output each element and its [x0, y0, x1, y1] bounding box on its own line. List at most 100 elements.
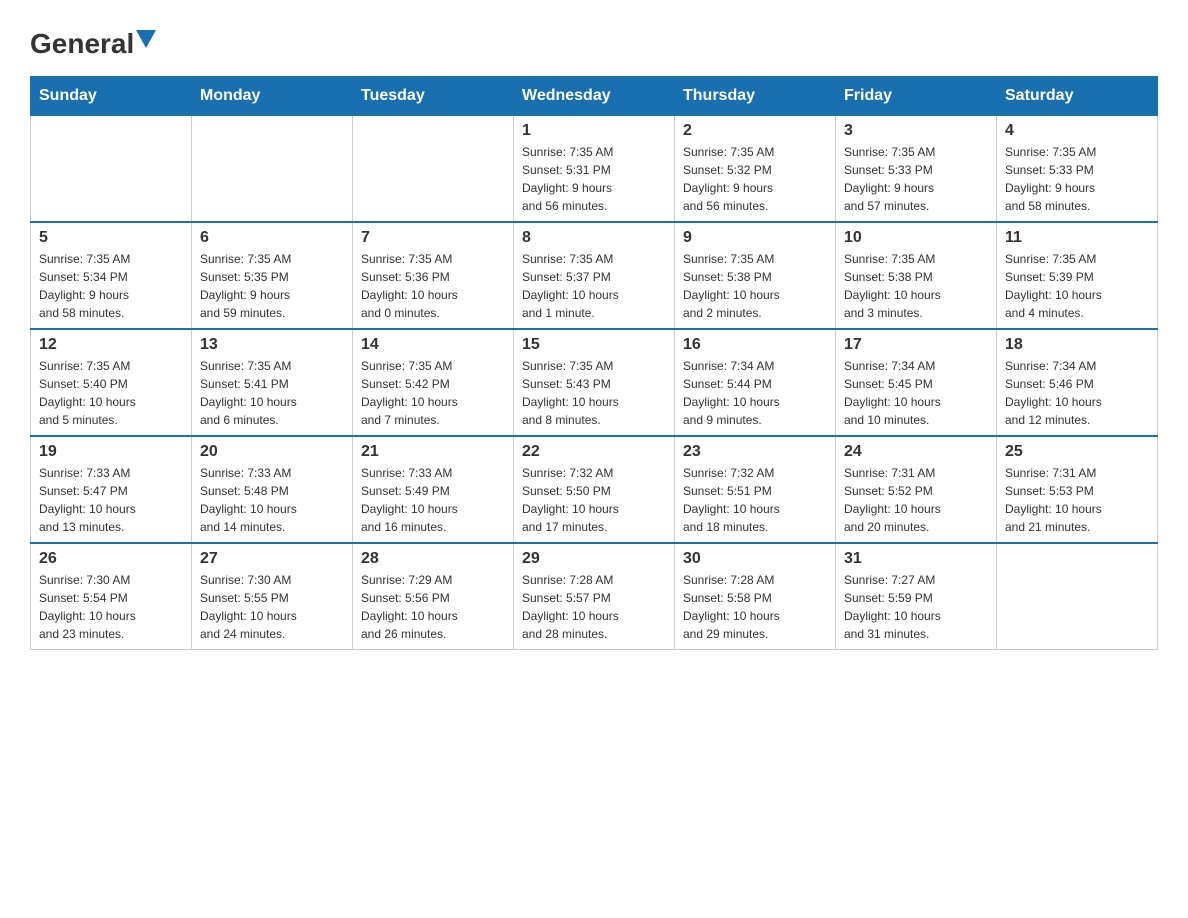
day-info: Sunrise: 7:35 AM Sunset: 5:36 PM Dayligh…	[361, 250, 505, 322]
day-info: Sunrise: 7:35 AM Sunset: 5:31 PM Dayligh…	[522, 143, 666, 215]
day-number: 1	[522, 122, 666, 140]
day-info: Sunrise: 7:34 AM Sunset: 5:45 PM Dayligh…	[844, 357, 988, 429]
day-number: 7	[361, 229, 505, 247]
page-header: General	[30, 30, 1158, 56]
day-number: 18	[1005, 336, 1149, 354]
day-info: Sunrise: 7:27 AM Sunset: 5:59 PM Dayligh…	[844, 571, 988, 643]
column-header-monday: Monday	[192, 77, 353, 116]
day-info: Sunrise: 7:35 AM Sunset: 5:38 PM Dayligh…	[844, 250, 988, 322]
day-info: Sunrise: 7:35 AM Sunset: 5:33 PM Dayligh…	[844, 143, 988, 215]
day-info: Sunrise: 7:35 AM Sunset: 5:39 PM Dayligh…	[1005, 250, 1149, 322]
calendar-cell: 29Sunrise: 7:28 AM Sunset: 5:57 PM Dayli…	[514, 543, 675, 650]
calendar-cell: 31 Sunrise: 7:27 AM Sunset: 5:59 PM Dayli…	[836, 543, 997, 650]
calendar-cell	[31, 116, 192, 223]
day-number: 13	[200, 336, 344, 354]
day-number: 22	[522, 443, 666, 461]
logo-triangle-icon	[136, 30, 156, 50]
calendar-week-row: 12Sunrise: 7:35 AM Sunset: 5:40 PM Dayli…	[31, 329, 1158, 436]
calendar-cell: 20 Sunrise: 7:33 AM Sunset: 5:48 PM Dayli…	[192, 436, 353, 543]
day-info: Sunrise: 7:35 AM Sunset: 5:42 PM Dayligh…	[361, 357, 505, 429]
day-info: Sunrise: 7:29 AM Sunset: 5:56 PM Dayligh…	[361, 571, 505, 643]
calendar-week-row: 5 Sunrise: 7:35 AM Sunset: 5:34 PM Daylig…	[31, 222, 1158, 329]
calendar-cell: 25 Sunrise: 7:31 AM Sunset: 5:53 PM Dayli…	[997, 436, 1158, 543]
day-number: 23	[683, 443, 827, 461]
day-number: 14	[361, 336, 505, 354]
day-number: 16	[683, 336, 827, 354]
day-number: 28	[361, 550, 505, 568]
day-number: 3	[844, 122, 988, 140]
calendar-cell	[353, 116, 514, 223]
calendar-cell: 1 Sunrise: 7:35 AM Sunset: 5:31 PM Daylig…	[514, 116, 675, 223]
day-number: 12	[39, 336, 183, 354]
day-info: Sunrise: 7:35 AM Sunset: 5:34 PM Dayligh…	[39, 250, 183, 322]
calendar-cell: 13 Sunrise: 7:35 AM Sunset: 5:41 PM Dayli…	[192, 329, 353, 436]
day-info: Sunrise: 7:28 AM Sunset: 5:58 PM Dayligh…	[683, 571, 827, 643]
calendar-cell: 30 Sunrise: 7:28 AM Sunset: 5:58 PM Dayli…	[675, 543, 836, 650]
day-number: 25	[1005, 443, 1149, 461]
day-number: 8	[522, 229, 666, 247]
day-number: 27	[200, 550, 344, 568]
calendar-cell: 22 Sunrise: 7:32 AM Sunset: 5:50 PM Dayli…	[514, 436, 675, 543]
calendar-cell: 19Sunrise: 7:33 AM Sunset: 5:47 PM Dayli…	[31, 436, 192, 543]
day-info: Sunrise: 7:35 AM Sunset: 5:35 PM Dayligh…	[200, 250, 344, 322]
calendar-cell: 23 Sunrise: 7:32 AM Sunset: 5:51 PM Dayli…	[675, 436, 836, 543]
day-number: 6	[200, 229, 344, 247]
column-header-sunday: Sunday	[31, 77, 192, 116]
calendar-cell: 7 Sunrise: 7:35 AM Sunset: 5:36 PM Daylig…	[353, 222, 514, 329]
calendar-week-row: 19Sunrise: 7:33 AM Sunset: 5:47 PM Dayli…	[31, 436, 1158, 543]
calendar-cell: 10 Sunrise: 7:35 AM Sunset: 5:38 PM Dayli…	[836, 222, 997, 329]
day-info: Sunrise: 7:35 AM Sunset: 5:32 PM Dayligh…	[683, 143, 827, 215]
logo: General	[30, 30, 156, 56]
calendar-cell: 26Sunrise: 7:30 AM Sunset: 5:54 PM Dayli…	[31, 543, 192, 650]
column-header-saturday: Saturday	[997, 77, 1158, 116]
calendar-cell: 3 Sunrise: 7:35 AM Sunset: 5:33 PM Daylig…	[836, 116, 997, 223]
calendar-cell: 18 Sunrise: 7:34 AM Sunset: 5:46 PM Dayli…	[997, 329, 1158, 436]
calendar-cell: 4Sunrise: 7:35 AM Sunset: 5:33 PM Daylig…	[997, 116, 1158, 223]
day-number: 31	[844, 550, 988, 568]
day-number: 9	[683, 229, 827, 247]
calendar-cell: 15Sunrise: 7:35 AM Sunset: 5:43 PM Dayli…	[514, 329, 675, 436]
column-header-wednesday: Wednesday	[514, 77, 675, 116]
day-number: 29	[522, 550, 666, 568]
day-info: Sunrise: 7:34 AM Sunset: 5:44 PM Dayligh…	[683, 357, 827, 429]
day-info: Sunrise: 7:35 AM Sunset: 5:37 PM Dayligh…	[522, 250, 666, 322]
calendar-cell	[192, 116, 353, 223]
calendar-week-row: 26Sunrise: 7:30 AM Sunset: 5:54 PM Dayli…	[31, 543, 1158, 650]
calendar-week-row: 1 Sunrise: 7:35 AM Sunset: 5:31 PM Daylig…	[31, 116, 1158, 223]
day-number: 10	[844, 229, 988, 247]
day-info: Sunrise: 7:33 AM Sunset: 5:48 PM Dayligh…	[200, 464, 344, 536]
logo-text-general: General	[30, 30, 134, 58]
day-number: 5	[39, 229, 183, 247]
day-info: Sunrise: 7:32 AM Sunset: 5:51 PM Dayligh…	[683, 464, 827, 536]
day-number: 26	[39, 550, 183, 568]
day-number: 2	[683, 122, 827, 140]
day-info: Sunrise: 7:30 AM Sunset: 5:55 PM Dayligh…	[200, 571, 344, 643]
day-info: Sunrise: 7:35 AM Sunset: 5:38 PM Dayligh…	[683, 250, 827, 322]
day-info: Sunrise: 7:34 AM Sunset: 5:46 PM Dayligh…	[1005, 357, 1149, 429]
calendar-cell: 21Sunrise: 7:33 AM Sunset: 5:49 PM Dayli…	[353, 436, 514, 543]
day-number: 4	[1005, 122, 1149, 140]
calendar-cell: 11Sunrise: 7:35 AM Sunset: 5:39 PM Dayli…	[997, 222, 1158, 329]
calendar-header-row: SundayMondayTuesdayWednesdayThursdayFrid…	[31, 77, 1158, 116]
day-info: Sunrise: 7:35 AM Sunset: 5:41 PM Dayligh…	[200, 357, 344, 429]
day-info: Sunrise: 7:33 AM Sunset: 5:49 PM Dayligh…	[361, 464, 505, 536]
calendar-cell: 5 Sunrise: 7:35 AM Sunset: 5:34 PM Daylig…	[31, 222, 192, 329]
calendar-cell: 24 Sunrise: 7:31 AM Sunset: 5:52 PM Dayli…	[836, 436, 997, 543]
day-number: 30	[683, 550, 827, 568]
calendar-cell: 27 Sunrise: 7:30 AM Sunset: 5:55 PM Dayli…	[192, 543, 353, 650]
column-header-thursday: Thursday	[675, 77, 836, 116]
day-number: 20	[200, 443, 344, 461]
calendar-cell: 6 Sunrise: 7:35 AM Sunset: 5:35 PM Daylig…	[192, 222, 353, 329]
day-info: Sunrise: 7:33 AM Sunset: 5:47 PM Dayligh…	[39, 464, 183, 536]
day-number: 24	[844, 443, 988, 461]
day-info: Sunrise: 7:31 AM Sunset: 5:52 PM Dayligh…	[844, 464, 988, 536]
day-info: Sunrise: 7:32 AM Sunset: 5:50 PM Dayligh…	[522, 464, 666, 536]
calendar-table: SundayMondayTuesdayWednesdayThursdayFrid…	[30, 76, 1158, 650]
calendar-cell: 14 Sunrise: 7:35 AM Sunset: 5:42 PM Dayli…	[353, 329, 514, 436]
column-header-tuesday: Tuesday	[353, 77, 514, 116]
day-info: Sunrise: 7:31 AM Sunset: 5:53 PM Dayligh…	[1005, 464, 1149, 536]
day-info: Sunrise: 7:35 AM Sunset: 5:43 PM Dayligh…	[522, 357, 666, 429]
calendar-cell: 2 Sunrise: 7:35 AM Sunset: 5:32 PM Daylig…	[675, 116, 836, 223]
column-header-friday: Friday	[836, 77, 997, 116]
calendar-cell	[997, 543, 1158, 650]
